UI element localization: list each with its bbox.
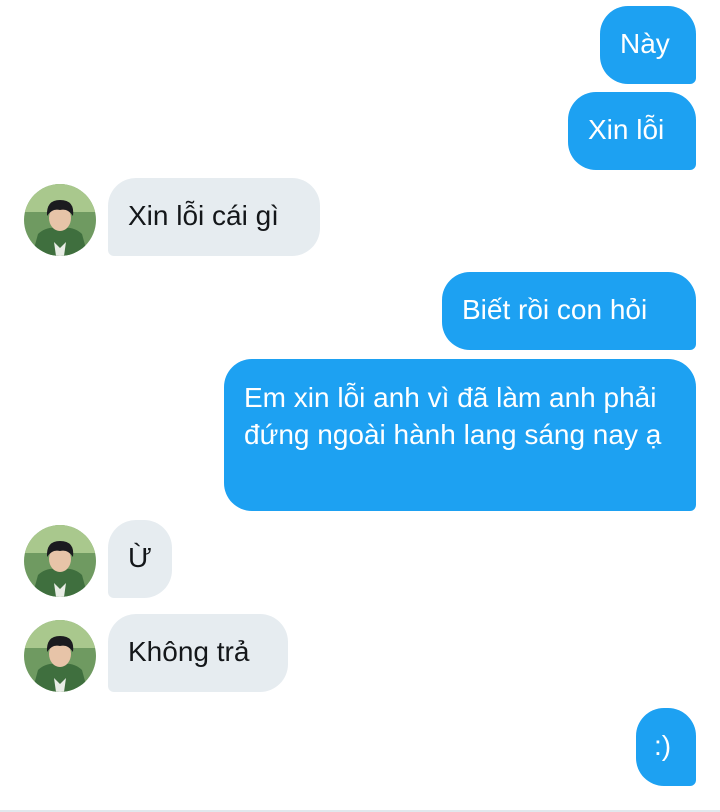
message-bubble-outgoing[interactable]: Này: [600, 6, 696, 84]
message-text: Em xin lỗi anh vì đã làm anh phải đứng n…: [244, 382, 662, 450]
message-text: Ừ: [128, 542, 152, 573]
message-bubble-incoming[interactable]: Xin lỗi cái gì: [108, 178, 320, 256]
contact-avatar[interactable]: [24, 620, 96, 692]
contact-avatar[interactable]: [24, 525, 96, 597]
message-bubble-incoming[interactable]: Ừ: [108, 520, 172, 598]
chat-thread: Này Xin lỗi Xin lỗi cái gì Biết rồi con …: [0, 0, 720, 812]
message-text: Xin lỗi cái gì: [128, 200, 279, 231]
message-bubble-outgoing[interactable]: Xin lỗi: [568, 92, 696, 170]
avatar-photo-icon: [24, 184, 96, 256]
message-text: Không trả: [128, 636, 250, 667]
message-bubble-outgoing[interactable]: Biết rồi con hỏi: [442, 272, 696, 350]
message-bubble-outgoing[interactable]: Em xin lỗi anh vì đã làm anh phải đứng n…: [224, 359, 696, 511]
message-text: Xin lỗi: [588, 114, 665, 145]
contact-avatar[interactable]: [24, 184, 96, 256]
message-bubble-outgoing[interactable]: :): [636, 708, 696, 786]
message-bubble-incoming[interactable]: Không trả: [108, 614, 288, 692]
message-text: Này: [620, 28, 670, 59]
message-text: Biết rồi con hỏi: [462, 294, 648, 325]
message-text: :): [654, 730, 672, 761]
avatar-photo-icon: [24, 525, 96, 597]
avatar-photo-icon: [24, 620, 96, 692]
